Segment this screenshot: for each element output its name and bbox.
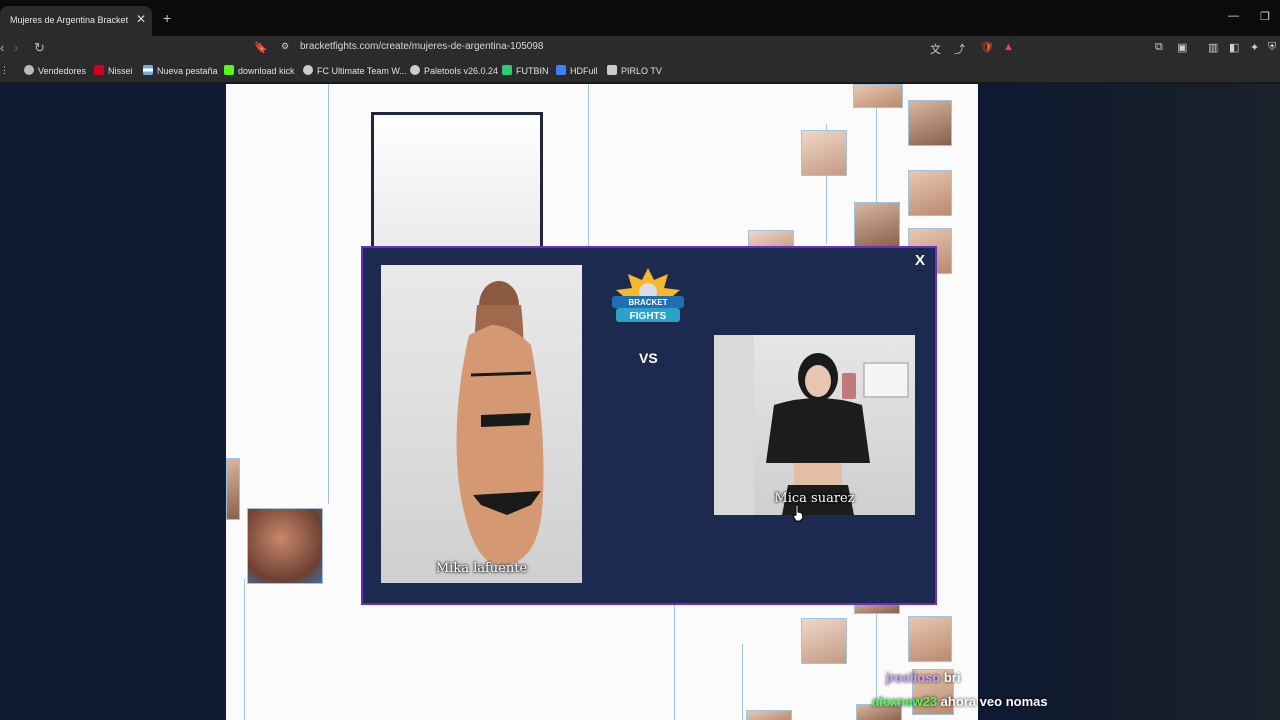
extensions-icon[interactable]: ⧉ (1155, 41, 1163, 54)
vpn-icon[interactable]: ◧ (1229, 41, 1239, 54)
vs-label: VS (639, 350, 658, 366)
sidebar-icon[interactable]: ▥ (1208, 41, 1218, 54)
paletools-icon (410, 65, 420, 75)
minimize-icon[interactable]: — (1228, 10, 1239, 22)
bookmark-paletools[interactable]: Paletools v26.0.24 (410, 65, 498, 76)
nissei-icon (94, 65, 104, 75)
bracket-contestant-thumb[interactable] (908, 100, 952, 146)
contestant-card-right[interactable]: Mica suarez (714, 335, 915, 515)
bracket-contestant-thumb[interactable] (801, 130, 847, 176)
chat-username: jroclioso (886, 670, 941, 685)
restore-icon[interactable]: ❐ (1260, 10, 1270, 23)
argentina-flag-icon (143, 65, 153, 75)
forward-icon[interactable]: › (14, 40, 18, 55)
chat-username: alexnew23 (872, 694, 938, 709)
bracket-line (742, 644, 743, 720)
bookmark-nissei[interactable]: Nissei (94, 65, 133, 76)
chat-text: ahora veo nomas (940, 694, 1048, 709)
browser-tab[interactable]: Mujeres de Argentina Bracket - B ✕ (0, 6, 152, 36)
bracket-line (674, 604, 675, 720)
bracket-line (328, 84, 329, 504)
menu-icon[interactable]: ⛨ (1268, 41, 1276, 54)
leo-icon[interactable]: ✦ (1250, 41, 1259, 54)
site-settings-icon[interactable]: ⚙ (281, 41, 289, 52)
bracket-contestant-thumb[interactable] (908, 170, 952, 216)
bracket-contestant-thumb[interactable] (801, 618, 847, 664)
logo-text-top: BRACKET (628, 298, 667, 307)
chat-text: bri (943, 670, 961, 685)
contestant-photo (456, 281, 544, 565)
address-toolbar: ‹ › ↻ 🔖 ⚙ bracketfights.com/create/mujer… (0, 36, 1280, 60)
bracket-contestant-thumb[interactable] (226, 458, 240, 520)
contestant-name-left: Mika lafuente (435, 561, 528, 576)
bookmark-hdfull[interactable]: HDFull (556, 65, 598, 76)
bracket-line (588, 84, 589, 249)
bookmark-icon[interactable]: 🔖 (254, 41, 268, 54)
tab-close-icon[interactable]: ✕ (136, 12, 146, 26)
logo-text-bottom: FIGHTS (630, 311, 667, 322)
ea-icon (303, 65, 313, 75)
back-icon[interactable]: ‹ (0, 40, 4, 55)
contestant-name-right: Mica suarez (774, 491, 855, 506)
bracket-fights-logo: BRACKET FIGHTS (612, 268, 684, 322)
translate-icon[interactable]: 文 (930, 41, 941, 57)
share-icon[interactable]: ⤴ (954, 41, 965, 57)
bookmark-pirlo-tv[interactable]: PIRLO TV (607, 65, 662, 76)
bookmark-futbin[interactable]: FUTBIN (502, 65, 549, 76)
reload-icon[interactable]: ↻ (34, 40, 45, 56)
matchup-modal: X Mika lafuente BRACKET FIGHTS VS Mica s… (361, 246, 937, 605)
bracket-contestant-thumb[interactable] (854, 202, 900, 248)
hand-cursor-icon (792, 504, 804, 522)
bookmark-nueva-pestana[interactable]: Nueva pestaña (143, 65, 218, 76)
chat-message: alexnew23 ahora veo nomas (872, 694, 1048, 709)
bookmark-fc-ultimate-team[interactable]: FC Ultimate Team W... (303, 65, 407, 76)
brave-shield-icon[interactable]: 🛡 (980, 41, 994, 54)
champion-slot (371, 112, 543, 255)
contestant-photo (714, 335, 909, 515)
futbin-icon (502, 65, 512, 75)
bracket-contestant-thumb[interactable] (853, 84, 903, 108)
tv-icon (607, 65, 617, 75)
close-button[interactable]: X (915, 252, 925, 269)
contestant-card-left[interactable]: Mika lafuente (381, 265, 582, 583)
page-right-background (978, 84, 1280, 720)
new-tab-icon[interactable]: + (163, 10, 171, 26)
hdfull-icon (556, 65, 566, 75)
bracket-contestant-thumb[interactable] (247, 508, 323, 584)
bookmark-download-kick[interactable]: download kick (224, 65, 295, 76)
page-left-background (0, 84, 226, 720)
tab-title: Mujeres de Argentina Bracket - B (10, 15, 128, 25)
apps-icon[interactable]: ⋮ (0, 65, 9, 76)
tab-bar: Mujeres de Argentina Bracket - B ✕ + — ❐ (0, 0, 1280, 36)
rewards-icon[interactable]: ▲ (1003, 41, 1014, 53)
bracket-contestant-thumb[interactable] (746, 710, 792, 720)
wallet-icon[interactable]: ▣ (1177, 41, 1187, 54)
bookmarks-bar: ⋮ Vendedores Nissei Nueva pestaña downlo… (0, 60, 1280, 83)
bracket-line (244, 579, 245, 720)
url-field[interactable]: bracketfights.com/create/mujeres-de-arge… (300, 41, 543, 52)
chat-message: jroclioso bri (886, 670, 960, 685)
globe-icon (24, 65, 34, 75)
kick-icon (224, 65, 234, 75)
bracket-contestant-thumb[interactable] (908, 616, 952, 662)
bookmark-vendedores[interactable]: Vendedores (24, 65, 86, 76)
